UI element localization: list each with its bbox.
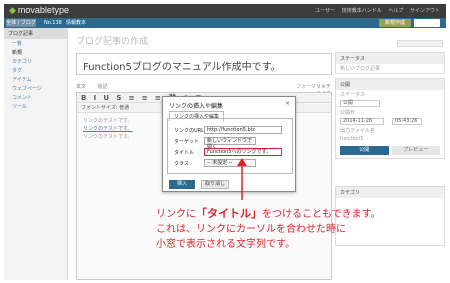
annotation-line-1: リンクに「タイトル」をつけることもできます。 xyxy=(156,206,406,222)
state-label: ステータス xyxy=(340,92,366,98)
align-center-icon[interactable]: ≡ xyxy=(142,94,148,102)
sidebar-item-webpage[interactable]: ウェブページ xyxy=(4,84,67,93)
title-label: タイトル xyxy=(174,150,195,156)
top-bar: ◆ movabletype ユーザー 技術教本ハンドル ヘルプ サインアウト xyxy=(4,4,446,18)
logo-text: movabletype xyxy=(17,5,69,15)
logo[interactable]: ◆ movabletype xyxy=(9,5,69,16)
date-label: 公開日 xyxy=(340,110,356,116)
publish-box: 公開 ステータス 公開 公開日 2014-11-28 05:43:26 出力ファ… xyxy=(335,78,445,159)
publish-button[interactable]: 公開 xyxy=(340,146,389,155)
sidebar-item-new[interactable]: 新規 xyxy=(4,48,67,57)
underline-button[interactable]: U xyxy=(103,94,109,102)
user-links: ユーザー 技術教本ハンドル ヘルプ サインアウト xyxy=(310,7,440,14)
sidebar-item-category[interactable]: カテゴリ xyxy=(4,57,67,66)
annotation-text: リンクに「タイトル」をつけることもできます。 これは、リンクにカーソルを合わせた… xyxy=(156,206,406,252)
editor-labels: 本文 追記 フォーマット リッチテキスト xyxy=(76,83,332,104)
target-label: ターゲット xyxy=(174,139,200,145)
help-link[interactable]: ヘルプ xyxy=(388,8,403,14)
sidebar-item-tag[interactable]: タグ xyxy=(4,66,67,75)
align-left-icon[interactable]: ≡ xyxy=(129,94,135,102)
status-head: ステータス xyxy=(336,53,444,64)
filename-value[interactable]: function5 xyxy=(336,135,444,143)
url-label: リンクのURL xyxy=(174,128,204,134)
italic-button[interactable]: I xyxy=(94,94,97,102)
sidebar-item-tools[interactable]: ツール xyxy=(4,102,67,111)
bold-button[interactable]: B xyxy=(81,94,86,102)
link-dialog: リンクの挿入や編集 × リンクの挿入や編集 リンクのURL http://fun… xyxy=(162,96,296,192)
cancel-button[interactable]: 取り消し xyxy=(201,180,229,189)
state-select[interactable]: 公開 xyxy=(340,100,380,107)
category-head: カテゴリ xyxy=(336,187,444,198)
new-create-button[interactable]: 新規作成 xyxy=(378,19,411,27)
status-box: ステータス 新しいブログ記事 xyxy=(335,52,445,74)
annotation-arrow xyxy=(237,158,247,200)
strike-button[interactable]: S xyxy=(116,94,121,102)
sidebar-item-asset[interactable]: アイテム xyxy=(4,75,67,84)
time-input[interactable]: 05:43:26 xyxy=(392,118,422,125)
sidebar-head: ブログ記事 xyxy=(4,28,67,39)
annotation-emphasis: 「タイトル」 xyxy=(196,207,262,220)
user-name-link[interactable]: 技術教本ハンドル xyxy=(342,8,382,14)
date-input[interactable]: 2014-11-28 xyxy=(340,118,384,125)
annotation-post: をつけることもできます。 xyxy=(262,209,381,220)
tab-body[interactable]: 本文 xyxy=(76,84,86,90)
preview-button[interactable]: プレビュー xyxy=(391,146,440,155)
tab-more[interactable]: 追記 xyxy=(98,84,108,90)
signout-link[interactable]: サインアウト xyxy=(410,8,440,14)
font-size-select[interactable]: フォントサイズ: 普通 xyxy=(81,105,129,111)
filename-label: 出力ファイル名 xyxy=(340,128,376,134)
search-input[interactable] xyxy=(414,19,440,27)
annotation-line-3: 小窓で表示される文字列です。 xyxy=(156,239,295,250)
title-input[interactable]: Function5へのリンクです。 xyxy=(204,148,282,156)
sidebar: ブログ記事 一覧 新規 カテゴリ タグ アイテム ウェブページ コメント ツール xyxy=(4,28,68,280)
user-link[interactable]: ユーザー xyxy=(315,8,335,14)
close-icon[interactable]: × xyxy=(285,100,290,107)
annotation-line-2: これは、リンクにカーソルを合わせた時に xyxy=(156,224,346,235)
dialog-panel: リンクのURL http://function5.biz ターゲット 新しいウィ… xyxy=(167,118,293,174)
insert-button[interactable]: 挿入 xyxy=(169,180,195,189)
display-options[interactable] xyxy=(397,40,443,47)
url-input[interactable]: http://function5.biz xyxy=(204,126,282,134)
blog-switch-button[interactable]: 全体 / ブログ xyxy=(6,19,36,27)
blog-id: No.138 xyxy=(44,20,62,26)
annotation-pre: リンクに xyxy=(156,209,196,220)
class-label: クラス xyxy=(174,161,189,167)
align-right-icon[interactable]: ≡ xyxy=(155,94,161,102)
body-link[interactable]: リンクのテストです。 xyxy=(83,126,133,132)
entry-title-input[interactable]: Function5ブログのマニュアル作成中です。 xyxy=(76,53,332,75)
publish-head: 公開 xyxy=(336,79,444,90)
blog-bar: 全体 / ブログ No.138 情報教本 新規作成 xyxy=(4,18,446,28)
sidebar-item-list[interactable]: 一覧 xyxy=(4,39,67,48)
sidebar-item-comment[interactable]: コメント xyxy=(4,93,67,102)
blog-name[interactable]: 情報教本 xyxy=(66,19,86,27)
status-value: 新しいブログ記事 xyxy=(340,66,381,72)
target-select[interactable]: 新しいウィンドウで開く xyxy=(204,137,256,150)
page-title: ブログ記事の作成 xyxy=(76,37,149,47)
